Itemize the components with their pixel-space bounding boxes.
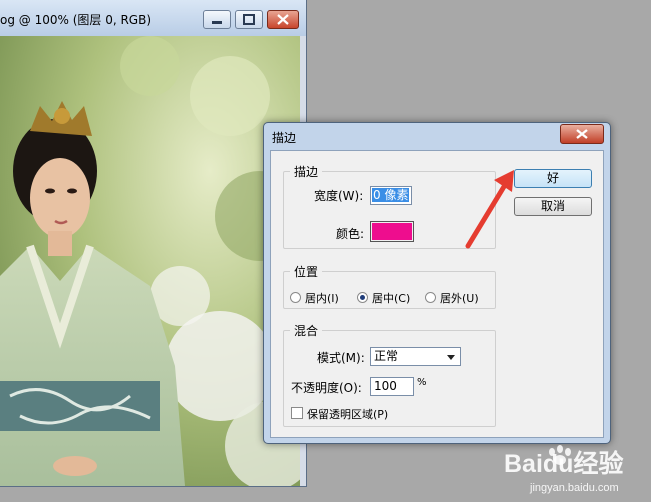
opacity-input[interactable]: 100 xyxy=(370,377,414,396)
photo-woman-in-hanfu xyxy=(0,36,300,486)
stroke-group-legend: 描边 xyxy=(294,165,319,179)
width-value: 0 像素 xyxy=(372,188,410,202)
width-label: 宽度(W): xyxy=(314,189,364,203)
maximize-icon xyxy=(243,14,255,25)
cancel-button[interactable]: 取消 xyxy=(514,197,592,216)
opacity-value: 100 xyxy=(374,379,397,393)
ok-button[interactable]: 好 xyxy=(514,169,592,188)
radio-outside[interactable] xyxy=(425,292,436,303)
position-group-legend: 位置 xyxy=(294,265,319,279)
image-canvas[interactable] xyxy=(0,36,300,486)
color-label: 颜色: xyxy=(336,227,365,241)
chevron-down-icon xyxy=(447,355,455,360)
stroke-dialog: 描边 描边 宽度(W): 0 像素 颜色: 位置 居内(I) 居中(C) 居外(… xyxy=(263,122,611,444)
opacity-label: 不透明度(O): xyxy=(291,381,362,395)
mode-label: 模式(M): xyxy=(317,351,365,365)
radio-center[interactable] xyxy=(357,292,368,303)
maximize-button[interactable] xyxy=(235,10,263,29)
dialog-close-button[interactable] xyxy=(560,124,604,144)
preserve-transparency-label: 保留透明区域(P) xyxy=(307,408,389,421)
minimize-button[interactable] xyxy=(203,10,231,29)
width-input[interactable]: 0 像素 xyxy=(370,186,412,205)
dialog-title: 描边 xyxy=(272,131,297,145)
watermark: Baidu经验 jingyan.baidu.com xyxy=(500,438,651,502)
document-close-button[interactable] xyxy=(267,10,299,29)
radio-outside-label: 居外(U) xyxy=(440,292,479,305)
preserve-transparency-checkbox[interactable] xyxy=(291,407,303,419)
radio-inside-label: 居内(I) xyxy=(305,292,339,305)
document-window: og @ 100% (图层 0, RGB) xyxy=(0,0,307,487)
arrow-shaft xyxy=(465,177,511,249)
dialog-titlebar[interactable]: 描边 xyxy=(264,123,610,149)
blend-group-legend: 混合 xyxy=(294,324,319,338)
mode-value: 正常 xyxy=(374,349,399,363)
dialog-body: 描边 宽度(W): 0 像素 颜色: 位置 居内(I) 居中(C) 居外(U) … xyxy=(270,150,604,438)
watermark-brand: Baidu经验 xyxy=(504,450,624,478)
close-icon xyxy=(277,14,289,25)
mode-select[interactable]: 正常 xyxy=(370,347,461,366)
annotation-arrow-icon xyxy=(465,170,514,249)
cancel-button-label: 取消 xyxy=(540,199,565,213)
close-icon xyxy=(576,129,588,139)
color-swatch[interactable] xyxy=(370,221,414,242)
color-swatch-fill xyxy=(372,223,412,240)
document-title: og @ 100% (图层 0, RGB) xyxy=(0,13,152,27)
document-titlebar[interactable]: og @ 100% (图层 0, RGB) xyxy=(0,0,306,36)
minimize-icon xyxy=(212,21,222,24)
opacity-unit: % xyxy=(417,377,427,388)
watermark-url: jingyan.baidu.com xyxy=(530,482,619,494)
ok-button-label: 好 xyxy=(546,171,559,185)
radio-center-label: 居中(C) xyxy=(372,292,411,305)
radio-inside[interactable] xyxy=(290,292,301,303)
